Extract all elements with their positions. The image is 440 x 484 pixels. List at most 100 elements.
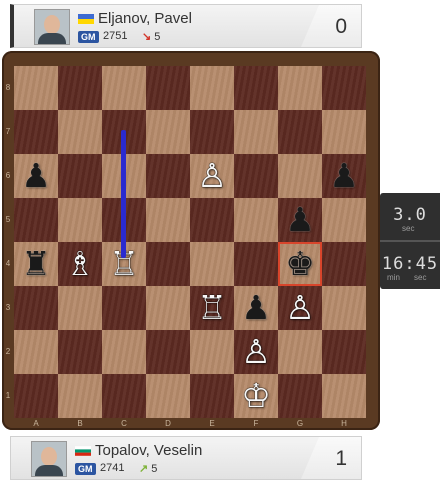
square-a1[interactable] [14, 374, 58, 418]
square-c2[interactable] [102, 330, 146, 374]
square-e2[interactable] [190, 330, 234, 374]
square-e6[interactable]: ♙ [190, 154, 234, 198]
square-e4[interactable] [190, 242, 234, 286]
square-a7[interactable] [14, 110, 58, 154]
move-time-unit: sec [402, 224, 415, 233]
square-d1[interactable] [146, 374, 190, 418]
square-g8[interactable] [278, 66, 322, 110]
square-d8[interactable] [146, 66, 190, 110]
rank-label-3: 3 [5, 303, 11, 312]
white-bishop-icon[interactable]: ♗ [58, 242, 102, 286]
rank-label-5: 5 [5, 215, 11, 224]
square-d2[interactable] [146, 330, 190, 374]
square-c3[interactable] [102, 286, 146, 330]
black-pawn-icon[interactable]: ♟ [278, 198, 322, 242]
square-b8[interactable] [58, 66, 102, 110]
square-h4[interactable] [322, 242, 366, 286]
square-c8[interactable] [102, 66, 146, 110]
square-h3[interactable] [322, 286, 366, 330]
square-b5[interactable] [58, 198, 102, 242]
white-pawn-icon[interactable]: ♙ [234, 330, 278, 374]
square-f6[interactable] [234, 154, 278, 198]
chess-board[interactable]: ♟ ♙ ♟ ♟ ♜ ♗ ♖ ♚ ♖ ♟ ♙ ♙ ♔ [14, 66, 366, 418]
square-f8[interactable] [234, 66, 278, 110]
black-pawn-icon[interactable]: ♟ [234, 286, 278, 330]
square-d6[interactable] [146, 154, 190, 198]
square-h2[interactable] [322, 330, 366, 374]
square-g4[interactable]: ♚ [278, 242, 322, 286]
file-label-e: E [209, 419, 215, 428]
square-g6[interactable] [278, 154, 322, 198]
square-c1[interactable] [102, 374, 146, 418]
square-e3[interactable]: ♖ [190, 286, 234, 330]
square-b1[interactable] [58, 374, 102, 418]
square-e5[interactable] [190, 198, 234, 242]
square-g3[interactable]: ♙ [278, 286, 322, 330]
square-g1[interactable] [278, 374, 322, 418]
square-g7[interactable] [278, 110, 322, 154]
square-f4[interactable] [234, 242, 278, 286]
game-clock: 3.0 sec 16:45 min sec [380, 193, 440, 289]
square-d3[interactable] [146, 286, 190, 330]
square-g2[interactable] [278, 330, 322, 374]
top-player-panel: Eljanov, Pavel GM 2751 ↘ 5 0 [10, 4, 362, 48]
black-king-icon[interactable]: ♚ [278, 242, 322, 286]
square-b7[interactable] [58, 110, 102, 154]
rank-label-1: 1 [5, 391, 11, 400]
arrow-down-icon: ↘ [142, 31, 152, 43]
square-e1[interactable] [190, 374, 234, 418]
sec-label: sec [414, 273, 427, 282]
square-a6[interactable]: ♟ [14, 154, 58, 198]
square-f3[interactable]: ♟ [234, 286, 278, 330]
top-player-name[interactable]: Eljanov, Pavel [98, 10, 192, 27]
rank-label-2: 2 [5, 347, 11, 356]
rank-label-7: 7 [5, 127, 11, 136]
black-rook-icon[interactable]: ♜ [14, 242, 58, 286]
file-label-a: A [33, 419, 39, 428]
square-b3[interactable] [58, 286, 102, 330]
square-d7[interactable] [146, 110, 190, 154]
square-a2[interactable] [14, 330, 58, 374]
ukraine-flag-icon [78, 14, 94, 24]
square-e7[interactable] [190, 110, 234, 154]
square-a4[interactable]: ♜ [14, 242, 58, 286]
min-label: min [387, 273, 400, 282]
square-h5[interactable] [322, 198, 366, 242]
square-h8[interactable] [322, 66, 366, 110]
black-pawn-icon[interactable]: ♟ [322, 154, 366, 198]
black-pawn-icon[interactable]: ♟ [14, 154, 58, 198]
square-b2[interactable] [58, 330, 102, 374]
white-rook-icon[interactable]: ♖ [190, 286, 234, 330]
bottom-player-name[interactable]: Topalov, Veselin [95, 442, 202, 459]
square-b4[interactable]: ♗ [58, 242, 102, 286]
square-h6[interactable]: ♟ [322, 154, 366, 198]
square-h7[interactable] [322, 110, 366, 154]
square-d4[interactable] [146, 242, 190, 286]
square-f2[interactable]: ♙ [234, 330, 278, 374]
square-a8[interactable] [14, 66, 58, 110]
square-f7[interactable] [234, 110, 278, 154]
file-label-g: G [296, 419, 304, 428]
square-a5[interactable] [14, 198, 58, 242]
white-pawn-icon[interactable]: ♙ [278, 286, 322, 330]
rank-label-6: 6 [5, 171, 11, 180]
bottom-player-title-badge: GM [75, 463, 96, 475]
square-b6[interactable] [58, 154, 102, 198]
square-f5[interactable] [234, 198, 278, 242]
square-d5[interactable] [146, 198, 190, 242]
bottom-player-score: 1 [335, 447, 347, 470]
white-king-icon[interactable]: ♔ [234, 374, 278, 418]
bottom-player-rating: 2741 [100, 462, 125, 474]
total-time: 16:45 [381, 254, 439, 274]
bottom-player-score-box: 1 [301, 437, 361, 479]
move-time: 3.0 [393, 205, 427, 225]
file-label-d: D [165, 419, 171, 428]
white-pawn-icon[interactable]: ♙ [190, 154, 234, 198]
top-player-score: 0 [335, 15, 347, 38]
square-h1[interactable] [322, 374, 366, 418]
square-f1[interactable]: ♔ [234, 374, 278, 418]
square-a3[interactable] [14, 286, 58, 330]
square-e8[interactable] [190, 66, 234, 110]
total-sec: 45 [415, 254, 439, 274]
square-g5[interactable]: ♟ [278, 198, 322, 242]
